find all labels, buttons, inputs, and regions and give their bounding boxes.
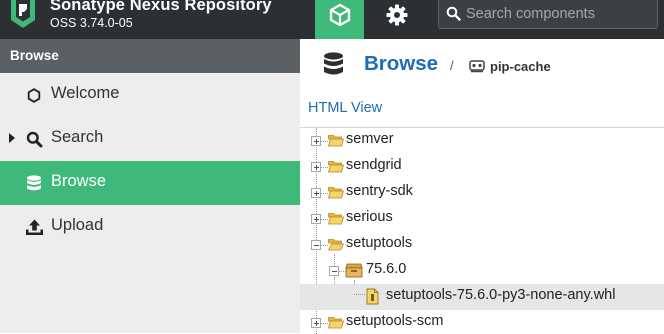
folder-icon [328, 317, 344, 329]
tree-node-file[interactable]: setuptools-75.6.0-py3-none-any.whl [300, 284, 664, 310]
app-version: OSS 3.74.0-05 [50, 16, 133, 30]
breadcrumb-separator: / [450, 58, 454, 73]
tree-node-sendgrid[interactable]: sendgrid [300, 154, 664, 180]
sidebar-item-label: Search [51, 128, 104, 146]
admin-settings-button[interactable] [371, 0, 423, 39]
sidebar-item-label: Welcome [51, 84, 120, 102]
tree-node-label: sentry-sdk [346, 183, 413, 199]
expand-toggle-icon[interactable] [311, 162, 321, 172]
tree-node-serious[interactable]: serious [300, 206, 664, 232]
package-icon [345, 263, 363, 278]
search-icon [26, 131, 43, 148]
expand-toggle-icon[interactable] [311, 136, 321, 146]
tree-node-label: setuptools-scm [346, 313, 444, 329]
file-icon [366, 288, 379, 305]
html-view-link[interactable]: HTML View [308, 100, 382, 116]
search-input[interactable] [466, 4, 651, 24]
tree-node-label: setuptools-75.6.0-py3-none-any.whl [386, 287, 616, 303]
tree-node-semver[interactable]: semver [300, 128, 664, 154]
collapse-toggle-icon[interactable] [329, 266, 339, 276]
page-title[interactable]: Browse [364, 52, 438, 76]
tree-node-label: sendgrid [346, 157, 402, 173]
expand-toggle-icon[interactable] [311, 214, 321, 224]
cube-icon [329, 3, 351, 27]
sidebar-item-label: Browse [51, 172, 107, 190]
folder-icon [328, 213, 344, 225]
collapse-toggle-icon[interactable] [311, 240, 321, 250]
sidebar: Browse Welcome Search Browse Upload [0, 39, 300, 333]
tree-node-label: serious [346, 209, 393, 225]
upload-icon [26, 219, 43, 235]
main-panel: Browse / pip-cache HTML View semver send… [300, 39, 664, 334]
expand-arrow-icon[interactable] [9, 133, 15, 143]
sidebar-item-label: Upload [51, 216, 104, 234]
expand-toggle-icon[interactable] [311, 188, 321, 198]
sidebar-item-welcome[interactable]: Welcome [0, 73, 300, 117]
tree-node-setuptools-scm[interactable]: setuptools-scm [300, 310, 664, 334]
folder-icon [328, 161, 344, 173]
search-icon [446, 6, 461, 21]
tree-node-version[interactable]: 75.6.0 [300, 258, 664, 284]
tree-node-setuptools[interactable]: setuptools [300, 232, 664, 258]
open-folder-icon [328, 239, 344, 251]
folder-icon [328, 135, 344, 147]
browse-mode-button[interactable] [315, 0, 364, 39]
database-icon [27, 175, 41, 191]
nexus-logo [11, 0, 35, 28]
sidebar-item-browse[interactable]: Browse [0, 161, 300, 205]
search-components-box[interactable] [438, 0, 658, 29]
sidebar-title: Browse [0, 39, 300, 73]
top-header: Sonatype Nexus Repository OSS 3.74.0-05 [0, 0, 664, 39]
tree-node-label: setuptools [346, 235, 413, 251]
gear-icon [386, 4, 408, 26]
app-title: Sonatype Nexus Repository [50, 0, 272, 14]
tree-node-sentry-sdk[interactable]: sentry-sdk [300, 180, 664, 206]
repository-icon [469, 60, 485, 73]
tree-node-label: 75.6.0 [366, 261, 407, 277]
folder-icon [328, 187, 344, 199]
sidebar-item-upload[interactable]: Upload [0, 205, 300, 249]
database-icon [324, 52, 343, 75]
sidebar-item-search[interactable]: Search [0, 117, 300, 161]
breadcrumb-repository: pip-cache [490, 59, 551, 74]
tree-node-label: semver [346, 131, 394, 147]
component-tree: semver sendgrid sentry-sdk serious setup… [300, 127, 664, 334]
expand-toggle-icon[interactable] [311, 318, 321, 328]
hexagon-icon [27, 88, 41, 103]
